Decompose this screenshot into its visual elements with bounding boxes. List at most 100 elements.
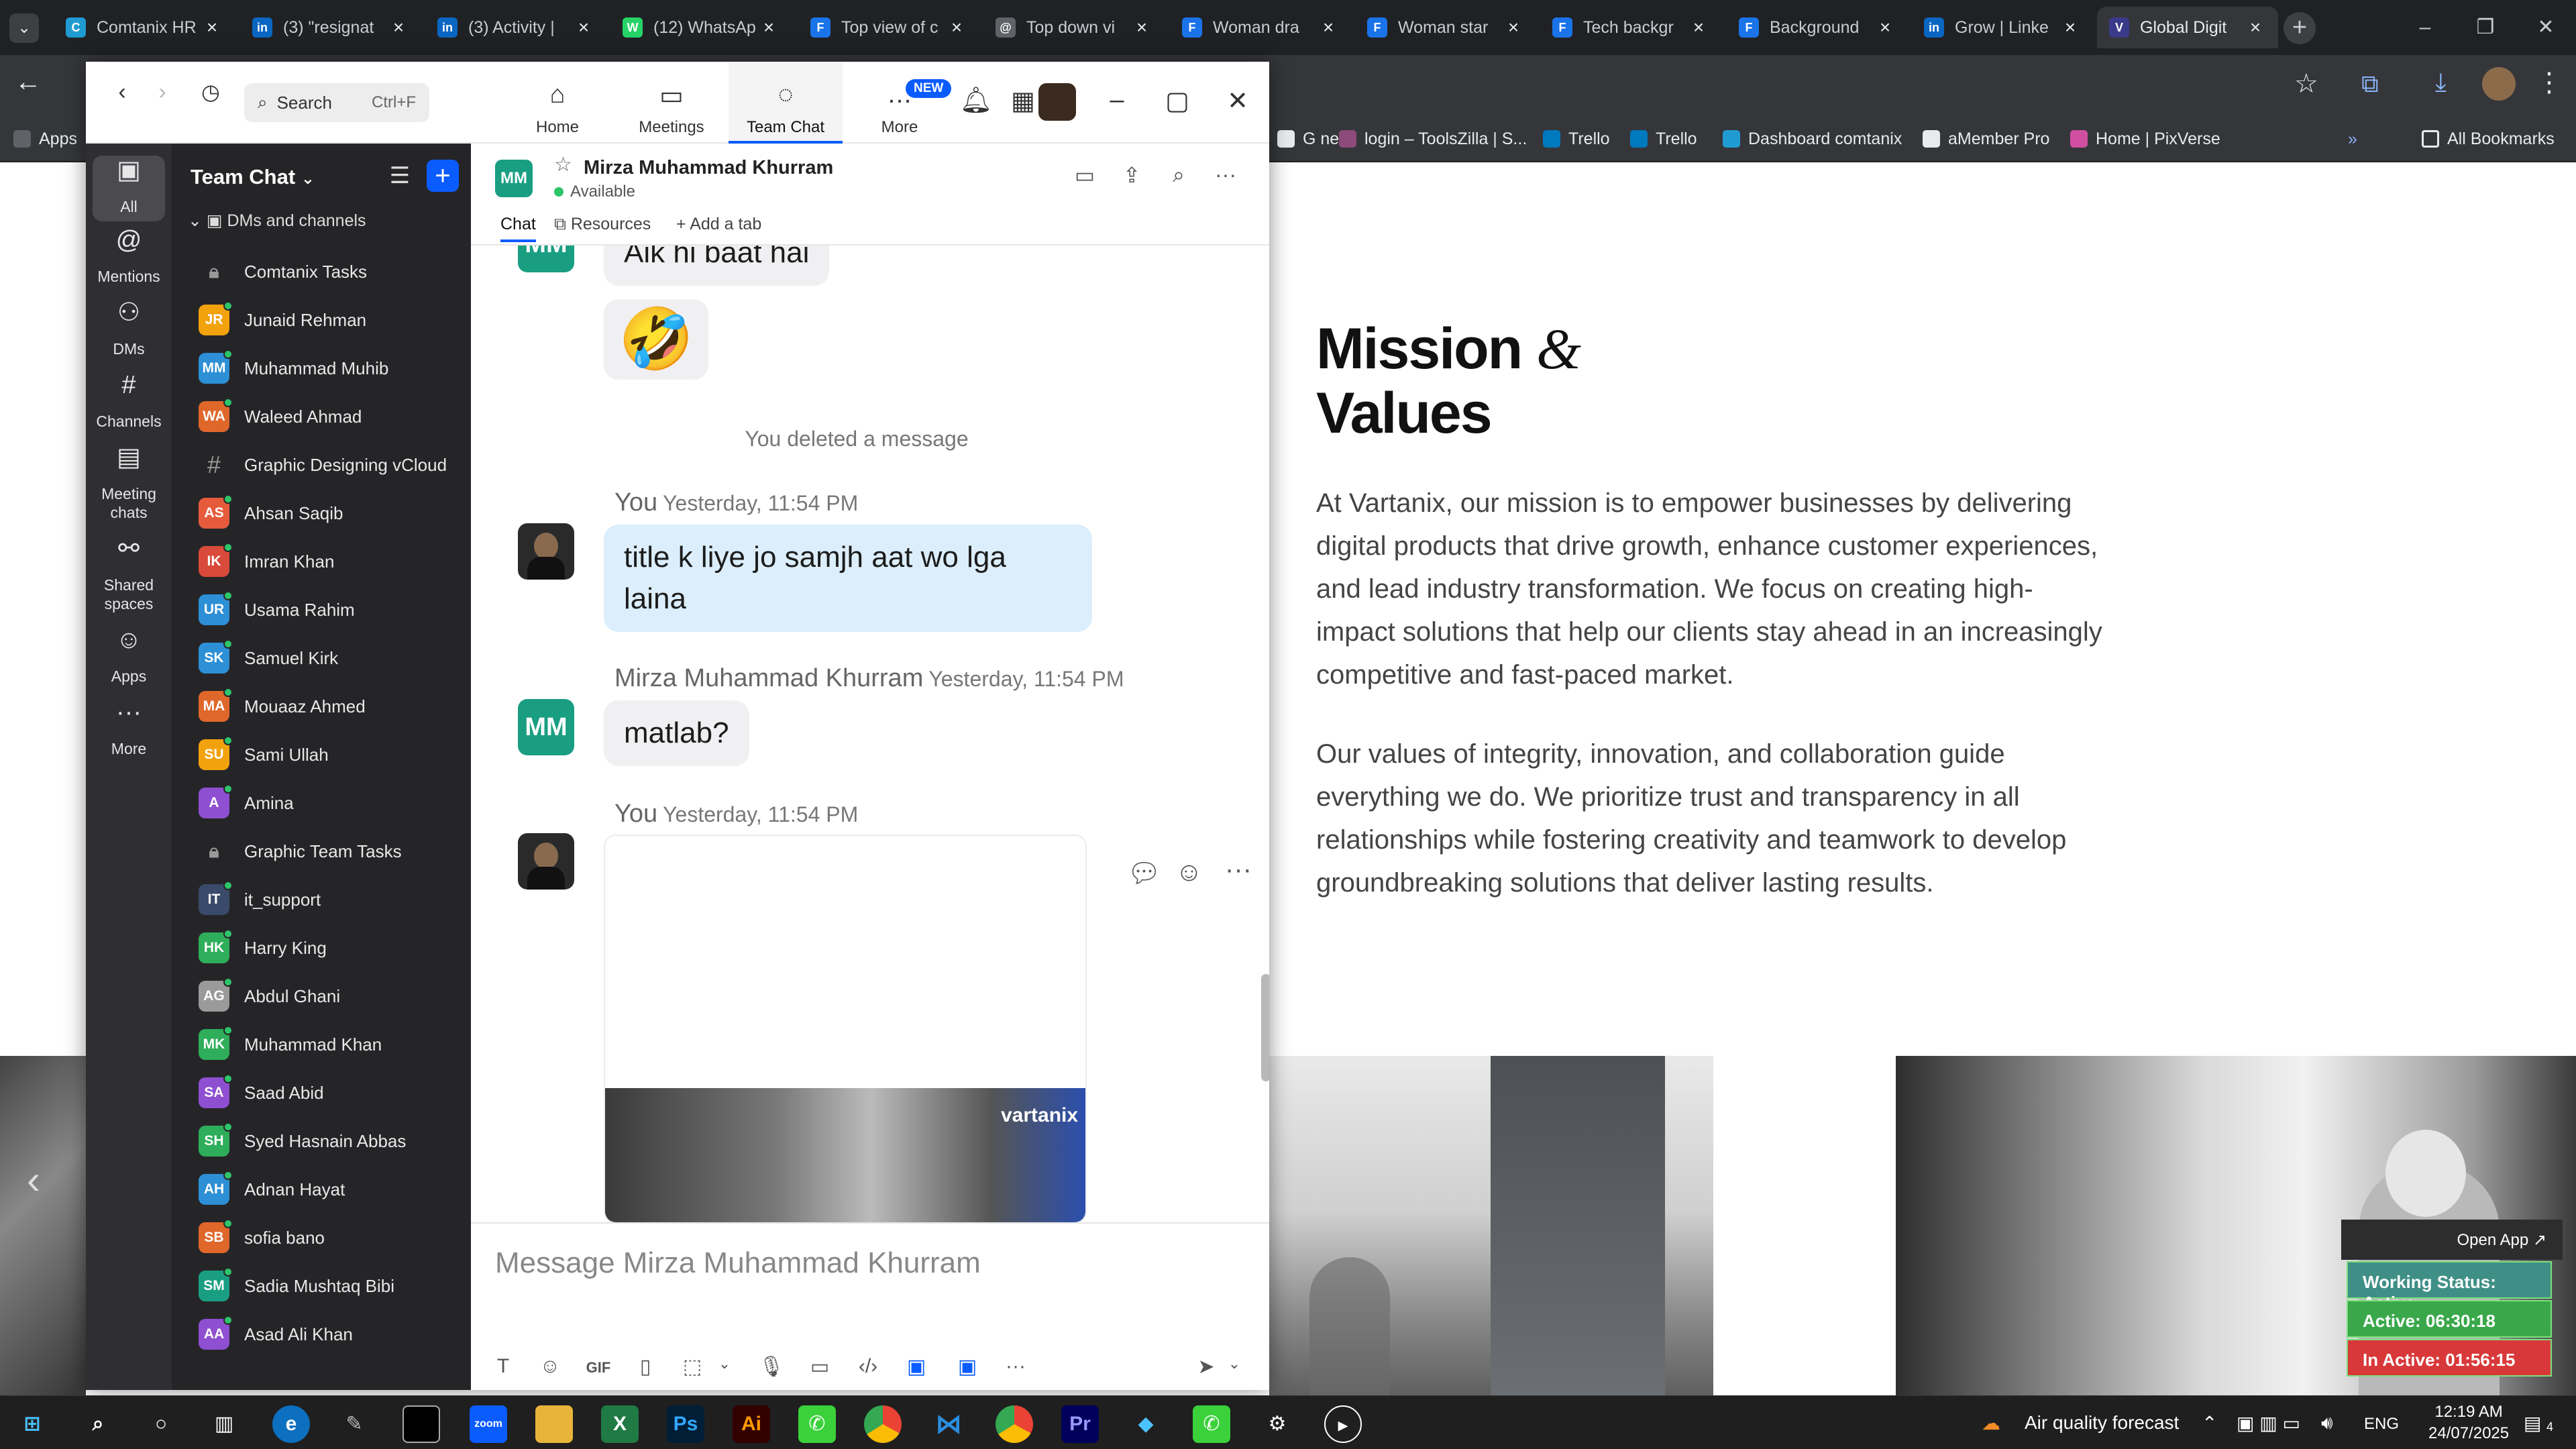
image-attachment[interactable]: vartanix <box>604 835 1087 1222</box>
close-tab-icon[interactable]: × <box>1503 17 1524 38</box>
channel-item[interactable]: AG Abdul Ghani <box>199 975 467 1017</box>
app-green-icon[interactable]: ✆ <box>798 1405 836 1443</box>
open-app-button[interactable]: Open App ↗ <box>2341 1220 2563 1260</box>
history-icon[interactable]: ◷ <box>191 79 231 105</box>
emoji-icon[interactable]: ☺ <box>534 1355 566 1378</box>
add-reaction-icon[interactable]: ☺ <box>1175 857 1203 888</box>
whiteboard-icon[interactable]: ▣ <box>900 1355 932 1379</box>
browser-tab[interactable]: F Woman dra × <box>1170 7 1351 48</box>
clock[interactable]: 12:19 AM 24/07/2025 <box>2428 1401 2509 1444</box>
channel-item[interactable]: AS Ahsan Saqib <box>199 492 467 534</box>
bookmark-item[interactable]: login – ToolsZilla | S... <box>1339 125 1527 153</box>
channel-item[interactable]: SA Saad Abid <box>199 1072 467 1114</box>
close-window-button[interactable]: ✕ <box>2516 0 2576 55</box>
incoming-message[interactable]: matlab? <box>604 700 749 766</box>
bookmark-item[interactable]: Dashboard comtanix <box>1723 125 1902 153</box>
browser-tab[interactable]: F Background × <box>1727 7 1908 48</box>
channel-item[interactable]: SH Syed Hasnain Abbas <box>199 1120 467 1162</box>
close-tab-icon[interactable]: × <box>573 17 594 38</box>
back-chevron-icon[interactable]: ‹ <box>102 79 142 105</box>
channel-item[interactable]: AH Adnan Hayat <box>199 1169 467 1210</box>
channel-item[interactable]: SK Samuel Kirk <box>199 637 467 679</box>
zoom-icon[interactable]: zoom <box>470 1405 507 1443</box>
tray-chevron-icon[interactable]: ⌃ <box>2202 1412 2217 1434</box>
channel-item[interactable]: UR Usama Rahim <box>199 589 467 631</box>
rail-channels[interactable]: # Channels <box>86 372 172 431</box>
channel-item[interactable]: IK Imran Khan <box>199 541 467 582</box>
channel-item[interactable]: MM Muhammad Muhib <box>199 347 467 389</box>
video-message-icon[interactable]: ▭ <box>804 1355 836 1379</box>
sender-avatar[interactable]: MM <box>518 246 574 272</box>
message-input[interactable] <box>495 1233 1246 1293</box>
premiere-icon[interactable]: Pr <box>1061 1405 1099 1443</box>
carousel-prev-icon[interactable]: ‹ <box>27 1157 40 1203</box>
pen-icon[interactable]: ✎ <box>335 1405 373 1443</box>
search-icon[interactable]: ⌕ <box>79 1405 117 1443</box>
calendar-icon[interactable]: ▦ <box>1005 86 1041 116</box>
emoji-message[interactable]: 🤣 <box>604 299 709 380</box>
browser-tab[interactable]: in Grow | Linke × <box>1912 7 2093 48</box>
browser-tab[interactable]: in (3) Activity | × <box>425 7 606 48</box>
message-bubble[interactable]: Aik hi baat hai <box>604 246 830 286</box>
task-view-icon[interactable]: ▥ <box>205 1405 243 1443</box>
channel-item[interactable]: HK Harry King <box>199 927 467 969</box>
format-text-icon[interactable]: T <box>487 1355 519 1378</box>
browser-tab[interactable]: F Top view of c × <box>798 7 979 48</box>
close-tab-icon[interactable]: × <box>1874 17 1896 38</box>
rail-apps[interactable]: ☺ Apps <box>86 627 172 686</box>
new-chat-plus-button[interactable]: + <box>427 160 459 192</box>
tab-home[interactable]: ⌂ Home <box>500 62 614 144</box>
more-options-icon[interactable]: ··· <box>1209 162 1242 187</box>
sidebar-title[interactable]: Team Chat ⌄ <box>191 165 315 189</box>
chevron-down-icon[interactable]: ⌄ <box>708 1355 741 1373</box>
app-diamond-icon[interactable]: ◆ <box>1127 1405 1165 1443</box>
extensions-icon[interactable]: ⧉ <box>2361 70 2379 99</box>
rail-more[interactable]: ··· More <box>86 700 172 758</box>
photoshop-icon[interactable]: Ps <box>667 1405 704 1443</box>
video-call-icon[interactable]: ▭ <box>1068 162 1102 188</box>
channel-item[interactable]: IT it_support <box>199 879 467 920</box>
maximize-icon[interactable]: ▢ <box>1159 86 1195 116</box>
terminal-icon[interactable] <box>402 1405 440 1443</box>
chat-scrollbar[interactable] <box>1261 974 1269 1081</box>
my-avatar[interactable] <box>518 523 574 580</box>
channel-item[interactable]: A Amina <box>199 782 467 824</box>
tab-team-chat[interactable]: ◌ Team Chat <box>729 62 843 144</box>
screenshot-icon[interactable]: ⬚ <box>676 1355 708 1379</box>
gif-icon[interactable]: GIF <box>582 1359 614 1377</box>
user-avatar[interactable] <box>1038 83 1076 121</box>
contact-avatar[interactable]: MM <box>495 160 533 197</box>
zoom-search-input[interactable]: ⌕ Search Ctrl+F <box>244 83 429 122</box>
forward-chevron-icon[interactable]: › <box>142 79 182 105</box>
reply-thread-icon[interactable]: 💬︎ <box>1127 857 1161 889</box>
illustrator-icon[interactable]: Ai <box>733 1405 770 1443</box>
restore-window-button[interactable]: ❐ <box>2455 0 2516 55</box>
browser-tab[interactable]: F Woman star × <box>1355 7 1536 48</box>
channel-item[interactable]: SM Sadia Mushtaq Bibi <box>199 1265 467 1307</box>
back-arrow-icon[interactable]: ← <box>15 67 42 97</box>
favorite-star-icon[interactable]: ☆ <box>554 153 572 176</box>
channel-item[interactable]: WA Waleed Ahmad <box>199 396 467 437</box>
bookmark-item[interactable]: Trello <box>1543 125 1610 153</box>
rail-dms[interactable]: ⚇ DMs <box>86 300 172 358</box>
tab-meetings[interactable]: ▭ Meetings <box>614 62 729 144</box>
close-tab-icon[interactable]: × <box>946 17 967 38</box>
channel-item[interactable]: # Graphic Designing vCloud <box>199 444 467 486</box>
sender-avatar[interactable]: MM <box>518 699 574 755</box>
close-tab-icon[interactable]: × <box>388 17 409 38</box>
channel-item[interactable]: SB sofia bano <box>199 1217 467 1258</box>
more-tools-icon[interactable]: ··· <box>1000 1355 1032 1378</box>
excel-icon[interactable]: X <box>601 1405 639 1443</box>
notifications-bell-icon[interactable]: 🔔︎ <box>958 86 994 115</box>
channel-item[interactable]: MK Muhammad Khan <box>199 1024 467 1065</box>
tab-search-button[interactable]: ⌄ <box>9 13 39 43</box>
browser-tab[interactable]: in (3) "resignat × <box>240 7 421 48</box>
chrome-icon[interactable] <box>864 1405 902 1443</box>
language-indicator[interactable]: ENG <box>2364 1415 2399 1434</box>
rail-shared-spaces[interactable]: ⚯ Shared spaces <box>86 536 172 613</box>
my-avatar[interactable] <box>518 833 574 890</box>
docs-icon[interactable]: ▣ <box>951 1355 983 1379</box>
file-icon[interactable]: ▯ <box>629 1355 661 1379</box>
channel-item[interactable]: SU Sami Ullah <box>199 734 467 775</box>
browser-tab[interactable]: @ Top down vi × <box>983 7 1165 48</box>
